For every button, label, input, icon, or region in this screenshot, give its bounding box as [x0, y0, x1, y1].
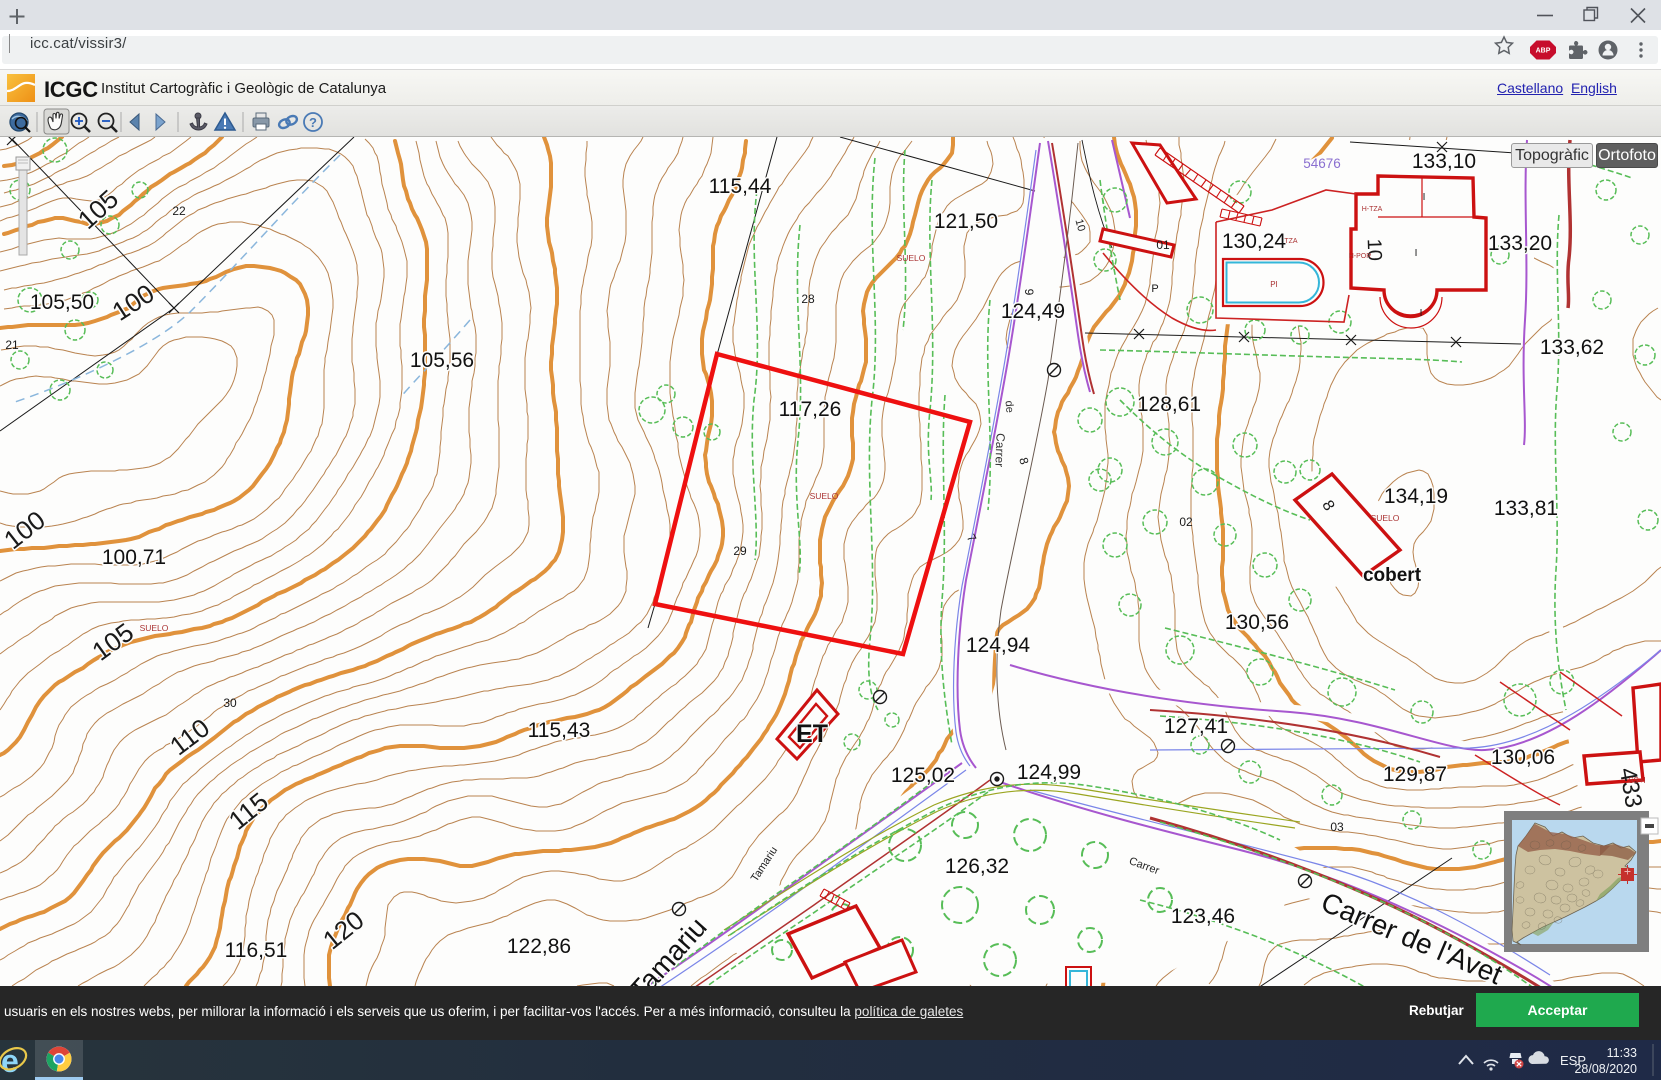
svg-text:129,87: 129,87 — [1383, 763, 1447, 786]
svg-text:Tamariu: Tamariu — [749, 845, 780, 884]
svg-text:SUELO: SUELO — [810, 491, 839, 501]
svg-text:03: 03 — [1330, 820, 1344, 834]
svg-text:01: 01 — [1156, 238, 1170, 252]
svg-text:115,44: 115,44 — [709, 175, 772, 198]
svg-text:10: 10 — [1073, 218, 1088, 233]
svg-text:133,62: 133,62 — [1540, 336, 1604, 359]
svg-text:?: ? — [309, 115, 317, 130]
svg-text:100: 100 — [107, 278, 160, 327]
svg-text:105,50: 105,50 — [30, 291, 94, 314]
svg-text:110: 110 — [164, 712, 215, 761]
svg-text:54676: 54676 — [1303, 156, 1341, 171]
svg-text:H-POR: H-POR — [1349, 253, 1372, 260]
svg-text:127,41: 127,41 — [1164, 715, 1228, 738]
svg-text:133,10: 133,10 — [1412, 150, 1476, 173]
svg-text:130,24: 130,24 — [1222, 230, 1287, 253]
svg-text:30: 30 — [223, 696, 237, 710]
svg-text:124,99: 124,99 — [1017, 761, 1081, 784]
svg-text:128,61: 128,61 — [1137, 393, 1201, 416]
svg-text:122,86: 122,86 — [507, 935, 571, 958]
svg-text:124,49: 124,49 — [1001, 300, 1065, 323]
svg-text:105: 105 — [72, 184, 124, 235]
svg-text:SUELO: SUELO — [140, 623, 169, 633]
svg-text:9: 9 — [1022, 289, 1036, 296]
svg-text:133,81: 133,81 — [1494, 497, 1558, 520]
svg-text:125,02: 125,02 — [891, 764, 955, 787]
svg-text:cobert: cobert — [1363, 565, 1422, 586]
svg-text:11:33: 11:33 — [1607, 1046, 1637, 1060]
svg-text:28: 28 — [801, 292, 815, 306]
svg-text:124,94: 124,94 — [966, 634, 1031, 657]
svg-text:105,56: 105,56 — [410, 349, 474, 372]
svg-text:PI: PI — [1270, 280, 1278, 289]
svg-text:115: 115 — [223, 786, 274, 835]
svg-text:28/08/2020: 28/08/2020 — [1574, 1062, 1637, 1076]
svg-text:SUELO: SUELO — [1371, 513, 1400, 523]
svg-text:H-TZA: H-TZA — [1362, 206, 1383, 213]
svg-text:133,20: 133,20 — [1488, 232, 1552, 255]
svg-text:SUELO: SUELO — [897, 253, 926, 263]
svg-text:123,46: 123,46 — [1171, 905, 1235, 928]
svg-text:130,56: 130,56 — [1225, 611, 1289, 634]
svg-text:134,19: 134,19 — [1384, 485, 1448, 508]
svg-text:I: I — [1415, 248, 1418, 259]
svg-text:130,06: 130,06 — [1491, 746, 1555, 769]
svg-text:21: 21 — [5, 338, 19, 352]
svg-text:126,32: 126,32 — [945, 855, 1009, 878]
svg-text:SS+I: SS+I — [1628, 776, 1646, 785]
svg-text:116,51: 116,51 — [225, 939, 288, 962]
svg-text:P: P — [1151, 283, 1158, 295]
svg-text:ABP: ABP — [1536, 48, 1551, 55]
svg-text:Carrer: Carrer — [992, 433, 1007, 467]
svg-text:ET: ET — [796, 720, 828, 748]
svg-text:I: I — [1423, 192, 1426, 203]
svg-text:117,26: 117,26 — [779, 398, 842, 421]
svg-text:de: de — [1002, 400, 1015, 413]
svg-text:115,43: 115,43 — [528, 719, 591, 742]
svg-text:02: 02 — [1179, 515, 1193, 529]
svg-text:22: 22 — [172, 204, 186, 218]
svg-text:I: I — [1420, 308, 1423, 319]
svg-text:100,71: 100,71 — [102, 546, 166, 569]
svg-text:TZA: TZA — [1284, 238, 1298, 245]
svg-text:29: 29 — [733, 544, 747, 558]
svg-text:121,50: 121,50 — [934, 210, 998, 233]
svg-text:120: 120 — [317, 905, 370, 956]
